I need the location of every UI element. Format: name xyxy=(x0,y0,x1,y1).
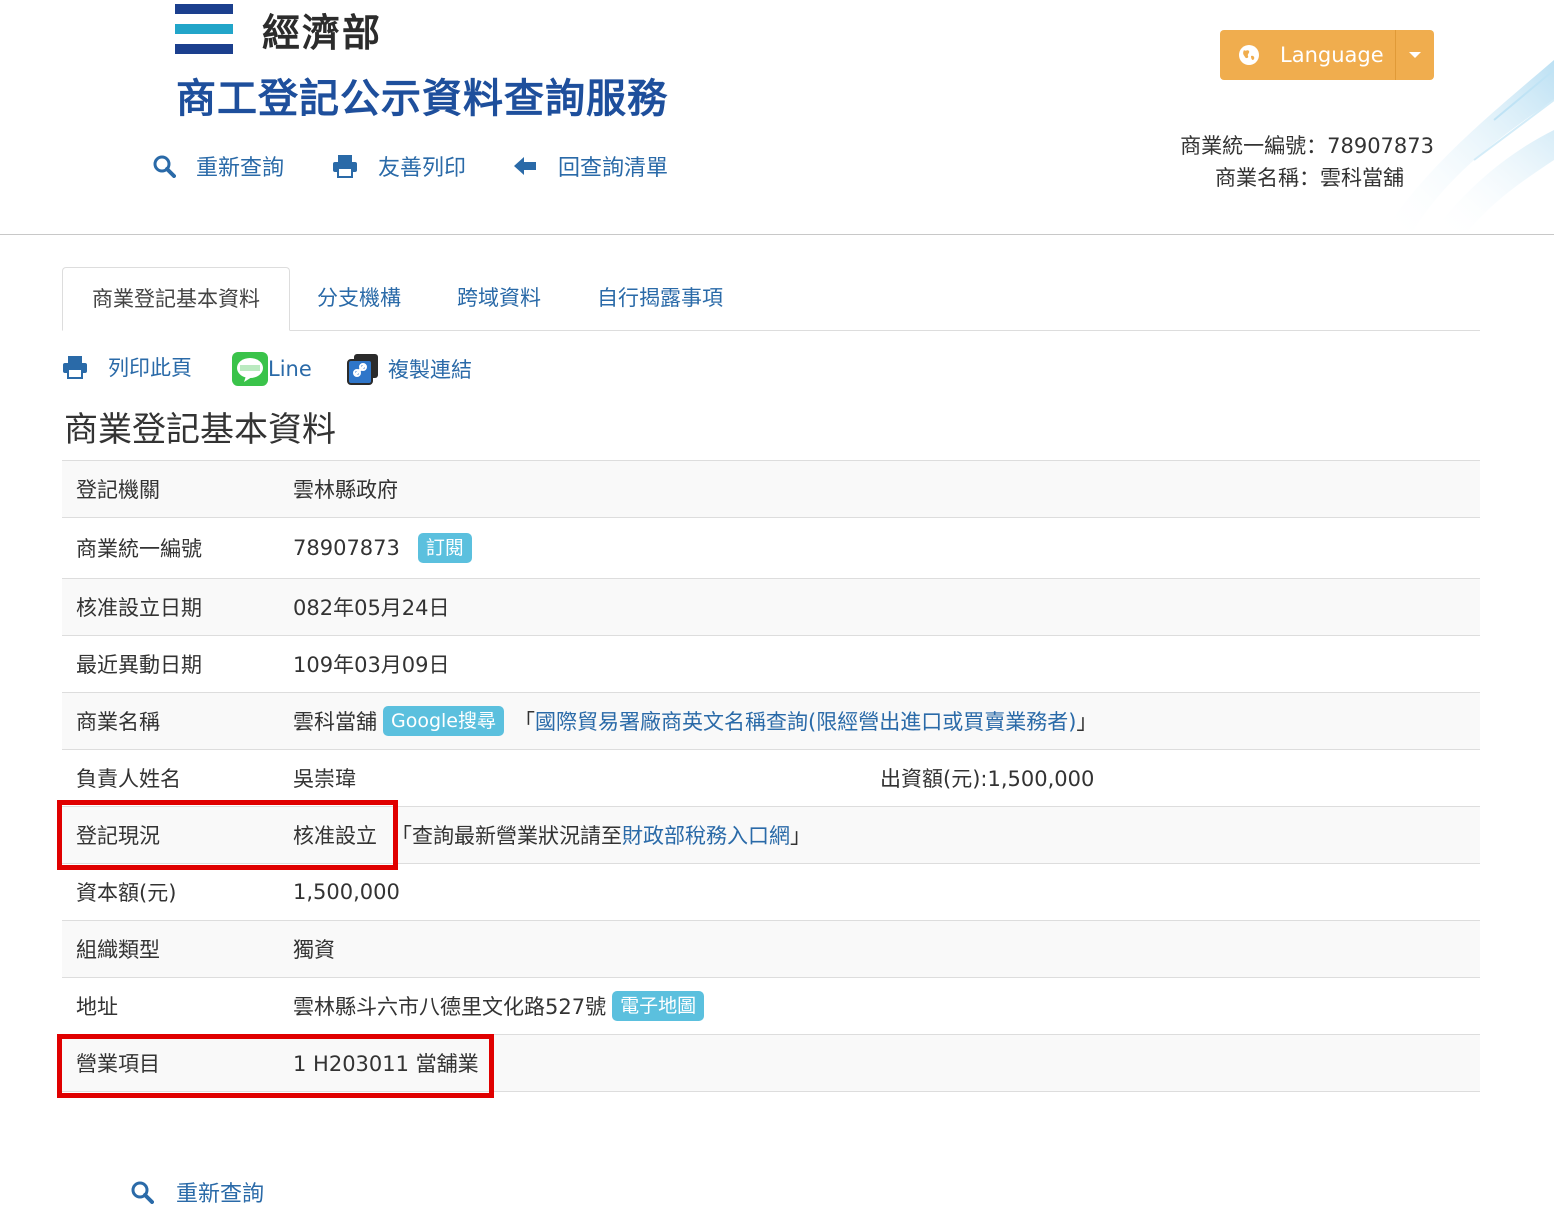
row-label: 商業統一編號 xyxy=(76,537,202,561)
table-row: 地址 雲林縣斗六市八德里文化路527號 電子地圖 xyxy=(62,978,1480,1035)
copy-link-icon xyxy=(347,354,378,385)
requery-label: 重新查詢 xyxy=(196,156,285,181)
copy-link-button[interactable]: 複製連結 xyxy=(346,352,472,386)
language-button[interactable]: Language xyxy=(1220,30,1434,80)
business-info-table: 登記機關 雲林縣政府 商業統一編號 78907873 訂閱 核准設立日期 082… xyxy=(62,460,1480,1092)
row-label: 最近異動日期 xyxy=(76,653,202,677)
row-value-group: 雲林縣斗六市八德里文化路527號 電子地圖 xyxy=(293,991,705,1021)
language-dropdown-toggle[interactable] xyxy=(1395,30,1434,80)
table-row: 核准設立日期 082年05月24日 xyxy=(62,579,1480,636)
row-value: 1,500,000 xyxy=(293,880,400,904)
row-label: 商業名稱 xyxy=(76,710,160,734)
status-note: 「查詢最新營業狀況請至 xyxy=(391,824,622,848)
trade-bureau-link[interactable]: 國際貿易署廠商英文名稱查詢(限經營出進口或買賣業務者) xyxy=(535,706,1076,736)
table-row: 登記機關 雲林縣政府 xyxy=(62,461,1480,518)
header-divider xyxy=(0,234,1554,235)
copy-link-label: 複製連結 xyxy=(388,358,472,382)
row-label: 資本額(元) xyxy=(76,881,177,905)
print-friendly-label: 友善列印 xyxy=(378,156,467,181)
row-value: 109年03月09日 xyxy=(293,653,450,677)
ministry-logo-icon xyxy=(175,2,233,58)
business-id-value: 78907873 xyxy=(293,536,400,560)
line-logo-icon xyxy=(232,352,268,386)
table-row: 商業名稱 雲科當舖 Google搜尋 「 國際貿易署廠商英文名稱查詢(限經營出進… xyxy=(62,693,1480,750)
printer-icon xyxy=(333,155,357,178)
highlight-box-status xyxy=(57,800,398,870)
tab-bar: 商業登記基本資料 分支機構 跨域資料 自行揭露事項 xyxy=(62,267,1480,331)
table-row: 組織類型 獨資 xyxy=(62,921,1480,978)
row-value: 獨資 xyxy=(293,938,335,962)
row-label: 核准設立日期 xyxy=(76,596,202,620)
tab-cross-domain[interactable]: 跨域資料 xyxy=(457,267,541,329)
requery-link[interactable]: 重新查詢 xyxy=(152,150,284,182)
service-title[interactable]: 商工登記公示資料查詢服務 xyxy=(176,66,668,124)
row-value: 雲林縣政府 xyxy=(293,478,398,502)
bottom-requery-link[interactable]: 重新查詢 xyxy=(130,1176,264,1208)
tab-branches[interactable]: 分支機構 xyxy=(317,267,401,329)
business-id-line: 商業統一編號：78907873 xyxy=(1180,134,1434,158)
arrow-left-icon xyxy=(514,157,536,175)
print-page-label: 列印此頁 xyxy=(108,356,192,380)
subscribe-button[interactable]: 訂閱 xyxy=(417,533,472,563)
globe-icon xyxy=(1239,45,1259,65)
row-value-group: 78907873 訂閱 xyxy=(293,533,472,563)
table-row: 資本額(元) 1,500,000 xyxy=(62,864,1480,921)
row-value: 082年05月24日 xyxy=(293,596,450,620)
search-icon xyxy=(153,155,176,178)
table-row: 商業統一編號 78907873 訂閱 xyxy=(62,518,1480,579)
tab-basic-info[interactable]: 商業登記基本資料 xyxy=(62,267,290,331)
row-value-group: 雲科當舖 Google搜尋 「 國際貿易署廠商英文名稱查詢(限經營出進口或買賣業… xyxy=(293,706,1097,736)
highlight-box-business-items xyxy=(57,1034,494,1098)
table-row: 最近異動日期 109年03月09日 xyxy=(62,636,1480,693)
business-summary: 商業統一編號：78907873 商業名稱：雲科當舖 xyxy=(1180,130,1434,194)
search-icon xyxy=(131,1181,154,1204)
back-to-list-link[interactable]: 回查詢清單 xyxy=(512,150,668,182)
bottom-requery-label: 重新查詢 xyxy=(176,1182,265,1207)
e-map-button[interactable]: 電子地圖 xyxy=(612,991,705,1021)
line-label: Line xyxy=(268,357,312,381)
google-search-button[interactable]: Google搜尋 xyxy=(383,706,505,736)
print-page-link[interactable]: 列印此頁 xyxy=(62,352,192,382)
printer-icon xyxy=(63,356,87,379)
table-row: 負責人姓名 吳崇瑋 出資額(元):1,500,000 xyxy=(62,750,1480,807)
business-name-value: 雲科當舖 xyxy=(293,710,377,734)
section-title: 商業登記基本資料 xyxy=(64,410,336,450)
row-label: 登記機關 xyxy=(76,478,160,502)
back-to-list-label: 回查詢清單 xyxy=(558,156,669,181)
row-label: 地址 xyxy=(76,995,118,1019)
row-value: 吳崇瑋 xyxy=(293,767,356,791)
row-label: 組織類型 xyxy=(76,938,160,962)
row-label: 負責人姓名 xyxy=(76,767,181,791)
caret-down-icon xyxy=(1409,52,1421,58)
capital-contribution: 出資額(元):1,500,000 xyxy=(880,767,1095,791)
tax-portal-link[interactable]: 財政部稅務入口網 xyxy=(622,820,790,850)
status-note-close: 」 xyxy=(790,824,811,848)
business-name-line: 商業名稱：雲科當舖 xyxy=(1215,166,1404,190)
bracket-close: 」 xyxy=(1076,710,1098,734)
tab-self-disclosure[interactable]: 自行揭露事項 xyxy=(597,267,723,329)
bracket-open: 「 xyxy=(514,710,536,734)
language-label: Language xyxy=(1280,43,1384,67)
line-share-link[interactable]: Line xyxy=(232,352,312,386)
address-value: 雲林縣斗六市八德里文化路527號 xyxy=(293,995,607,1019)
print-friendly-link[interactable]: 友善列印 xyxy=(332,150,466,182)
ministry-name: 經濟部 xyxy=(262,11,383,55)
